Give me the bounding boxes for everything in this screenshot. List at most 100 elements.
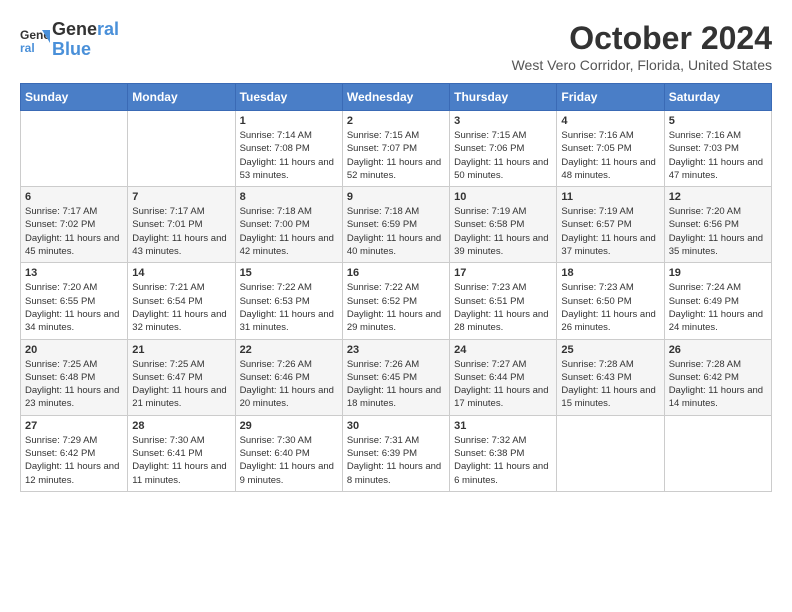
day-number: 7 bbox=[132, 191, 230, 203]
month-title: October 2024 bbox=[512, 20, 772, 57]
day-header-saturday: Saturday bbox=[664, 84, 771, 111]
day-info: Sunrise: 7:28 AMSunset: 6:43 PMDaylight:… bbox=[561, 358, 659, 411]
day-number: 19 bbox=[669, 267, 767, 279]
day-info: Sunrise: 7:30 AMSunset: 6:40 PMDaylight:… bbox=[240, 434, 338, 487]
day-info: Sunrise: 7:15 AMSunset: 7:06 PMDaylight:… bbox=[454, 129, 552, 182]
calendar-cell: 1 Sunrise: 7:14 AMSunset: 7:08 PMDayligh… bbox=[235, 111, 342, 187]
calendar-cell: 22 Sunrise: 7:26 AMSunset: 6:46 PMDaylig… bbox=[235, 339, 342, 415]
day-number: 9 bbox=[347, 191, 445, 203]
day-header-friday: Friday bbox=[557, 84, 664, 111]
day-info: Sunrise: 7:22 AMSunset: 6:53 PMDaylight:… bbox=[240, 281, 338, 334]
day-number: 3 bbox=[454, 115, 552, 127]
day-number: 10 bbox=[454, 191, 552, 203]
calendar-week-row: 20 Sunrise: 7:25 AMSunset: 6:48 PMDaylig… bbox=[21, 339, 772, 415]
calendar-cell: 27 Sunrise: 7:29 AMSunset: 6:42 PMDaylig… bbox=[21, 415, 128, 491]
day-number: 8 bbox=[240, 191, 338, 203]
day-info: Sunrise: 7:16 AMSunset: 7:03 PMDaylight:… bbox=[669, 129, 767, 182]
calendar-cell: 16 Sunrise: 7:22 AMSunset: 6:52 PMDaylig… bbox=[342, 263, 449, 339]
day-number: 4 bbox=[561, 115, 659, 127]
day-info: Sunrise: 7:14 AMSunset: 7:08 PMDaylight:… bbox=[240, 129, 338, 182]
day-number: 31 bbox=[454, 420, 552, 432]
day-number: 14 bbox=[132, 267, 230, 279]
day-info: Sunrise: 7:15 AMSunset: 7:07 PMDaylight:… bbox=[347, 129, 445, 182]
day-number: 21 bbox=[132, 344, 230, 356]
day-number: 5 bbox=[669, 115, 767, 127]
logo: Gene ral General Blue bbox=[20, 20, 119, 60]
title-block: October 2024 West Vero Corridor, Florida… bbox=[512, 20, 772, 73]
day-info: Sunrise: 7:25 AMSunset: 6:47 PMDaylight:… bbox=[132, 358, 230, 411]
day-number: 27 bbox=[25, 420, 123, 432]
calendar-week-row: 1 Sunrise: 7:14 AMSunset: 7:08 PMDayligh… bbox=[21, 111, 772, 187]
day-number: 23 bbox=[347, 344, 445, 356]
calendar-cell: 20 Sunrise: 7:25 AMSunset: 6:48 PMDaylig… bbox=[21, 339, 128, 415]
day-number: 29 bbox=[240, 420, 338, 432]
day-info: Sunrise: 7:17 AMSunset: 7:02 PMDaylight:… bbox=[25, 205, 123, 258]
day-number: 22 bbox=[240, 344, 338, 356]
calendar-cell: 2 Sunrise: 7:15 AMSunset: 7:07 PMDayligh… bbox=[342, 111, 449, 187]
day-number: 6 bbox=[25, 191, 123, 203]
day-number: 16 bbox=[347, 267, 445, 279]
day-info: Sunrise: 7:22 AMSunset: 6:52 PMDaylight:… bbox=[347, 281, 445, 334]
calendar-week-row: 6 Sunrise: 7:17 AMSunset: 7:02 PMDayligh… bbox=[21, 187, 772, 263]
calendar-cell: 5 Sunrise: 7:16 AMSunset: 7:03 PMDayligh… bbox=[664, 111, 771, 187]
day-info: Sunrise: 7:18 AMSunset: 6:59 PMDaylight:… bbox=[347, 205, 445, 258]
day-number: 26 bbox=[669, 344, 767, 356]
calendar-cell: 3 Sunrise: 7:15 AMSunset: 7:06 PMDayligh… bbox=[450, 111, 557, 187]
calendar-cell bbox=[664, 415, 771, 491]
calendar-cell: 10 Sunrise: 7:19 AMSunset: 6:58 PMDaylig… bbox=[450, 187, 557, 263]
day-info: Sunrise: 7:29 AMSunset: 6:42 PMDaylight:… bbox=[25, 434, 123, 487]
calendar-cell: 14 Sunrise: 7:21 AMSunset: 6:54 PMDaylig… bbox=[128, 263, 235, 339]
calendar-cell: 25 Sunrise: 7:28 AMSunset: 6:43 PMDaylig… bbox=[557, 339, 664, 415]
day-header-monday: Monday bbox=[128, 84, 235, 111]
calendar-cell: 15 Sunrise: 7:22 AMSunset: 6:53 PMDaylig… bbox=[235, 263, 342, 339]
day-info: Sunrise: 7:19 AMSunset: 6:57 PMDaylight:… bbox=[561, 205, 659, 258]
day-info: Sunrise: 7:17 AMSunset: 7:01 PMDaylight:… bbox=[132, 205, 230, 258]
day-number: 24 bbox=[454, 344, 552, 356]
day-info: Sunrise: 7:25 AMSunset: 6:48 PMDaylight:… bbox=[25, 358, 123, 411]
svg-text:ral: ral bbox=[20, 41, 35, 55]
day-info: Sunrise: 7:23 AMSunset: 6:50 PMDaylight:… bbox=[561, 281, 659, 334]
calendar-cell: 21 Sunrise: 7:25 AMSunset: 6:47 PMDaylig… bbox=[128, 339, 235, 415]
calendar-cell: 18 Sunrise: 7:23 AMSunset: 6:50 PMDaylig… bbox=[557, 263, 664, 339]
day-info: Sunrise: 7:30 AMSunset: 6:41 PMDaylight:… bbox=[132, 434, 230, 487]
day-number: 11 bbox=[561, 191, 659, 203]
day-number: 12 bbox=[669, 191, 767, 203]
calendar-cell: 30 Sunrise: 7:31 AMSunset: 6:39 PMDaylig… bbox=[342, 415, 449, 491]
day-info: Sunrise: 7:23 AMSunset: 6:51 PMDaylight:… bbox=[454, 281, 552, 334]
day-info: Sunrise: 7:20 AMSunset: 6:55 PMDaylight:… bbox=[25, 281, 123, 334]
day-info: Sunrise: 7:26 AMSunset: 6:45 PMDaylight:… bbox=[347, 358, 445, 411]
calendar-cell: 19 Sunrise: 7:24 AMSunset: 6:49 PMDaylig… bbox=[664, 263, 771, 339]
calendar-cell: 6 Sunrise: 7:17 AMSunset: 7:02 PMDayligh… bbox=[21, 187, 128, 263]
day-info: Sunrise: 7:24 AMSunset: 6:49 PMDaylight:… bbox=[669, 281, 767, 334]
calendar-week-row: 27 Sunrise: 7:29 AMSunset: 6:42 PMDaylig… bbox=[21, 415, 772, 491]
calendar-cell: 4 Sunrise: 7:16 AMSunset: 7:05 PMDayligh… bbox=[557, 111, 664, 187]
calendar-cell bbox=[557, 415, 664, 491]
calendar-table: SundayMondayTuesdayWednesdayThursdayFrid… bbox=[20, 83, 772, 492]
day-number: 18 bbox=[561, 267, 659, 279]
calendar-cell bbox=[21, 111, 128, 187]
logo-text: General Blue bbox=[52, 20, 119, 60]
calendar-header-row: SundayMondayTuesdayWednesdayThursdayFrid… bbox=[21, 84, 772, 111]
day-number: 30 bbox=[347, 420, 445, 432]
day-info: Sunrise: 7:19 AMSunset: 6:58 PMDaylight:… bbox=[454, 205, 552, 258]
calendar-cell: 28 Sunrise: 7:30 AMSunset: 6:41 PMDaylig… bbox=[128, 415, 235, 491]
calendar-cell: 13 Sunrise: 7:20 AMSunset: 6:55 PMDaylig… bbox=[21, 263, 128, 339]
day-number: 2 bbox=[347, 115, 445, 127]
calendar-cell: 26 Sunrise: 7:28 AMSunset: 6:42 PMDaylig… bbox=[664, 339, 771, 415]
day-info: Sunrise: 7:26 AMSunset: 6:46 PMDaylight:… bbox=[240, 358, 338, 411]
location: West Vero Corridor, Florida, United Stat… bbox=[512, 57, 772, 73]
day-info: Sunrise: 7:28 AMSunset: 6:42 PMDaylight:… bbox=[669, 358, 767, 411]
calendar-cell: 9 Sunrise: 7:18 AMSunset: 6:59 PMDayligh… bbox=[342, 187, 449, 263]
day-info: Sunrise: 7:21 AMSunset: 6:54 PMDaylight:… bbox=[132, 281, 230, 334]
day-number: 20 bbox=[25, 344, 123, 356]
calendar-cell: 24 Sunrise: 7:27 AMSunset: 6:44 PMDaylig… bbox=[450, 339, 557, 415]
day-info: Sunrise: 7:18 AMSunset: 7:00 PMDaylight:… bbox=[240, 205, 338, 258]
day-number: 28 bbox=[132, 420, 230, 432]
calendar-cell: 31 Sunrise: 7:32 AMSunset: 6:38 PMDaylig… bbox=[450, 415, 557, 491]
calendar-cell: 29 Sunrise: 7:30 AMSunset: 6:40 PMDaylig… bbox=[235, 415, 342, 491]
day-info: Sunrise: 7:27 AMSunset: 6:44 PMDaylight:… bbox=[454, 358, 552, 411]
day-number: 15 bbox=[240, 267, 338, 279]
calendar-cell: 11 Sunrise: 7:19 AMSunset: 6:57 PMDaylig… bbox=[557, 187, 664, 263]
page-header: Gene ral General Blue October 2024 West … bbox=[20, 20, 772, 73]
day-number: 25 bbox=[561, 344, 659, 356]
